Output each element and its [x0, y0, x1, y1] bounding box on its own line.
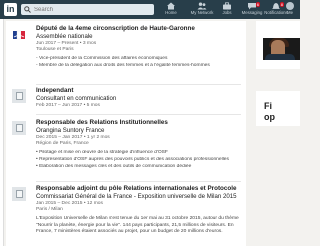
nav-jobs[interactable]: Jobs: [213, 2, 241, 16]
top-nav-bar: in Home My Network Jobs 6 Messaging 8 No…: [0, 0, 300, 19]
ad-panel[interactable]: Fi op: [256, 91, 300, 126]
company-placeholder-icon: [12, 89, 26, 103]
divider: [36, 181, 241, 182]
company-placeholder-icon: [12, 121, 26, 135]
assemblee-nationale-logo: [12, 28, 26, 42]
company-placeholder-icon: [12, 187, 26, 201]
ad-text-line: op: [264, 112, 275, 122]
avatar: [286, 2, 294, 10]
company-name[interactable]: Commissariat Général de la France - Expo…: [36, 193, 241, 201]
nav-home-label: Home: [165, 10, 177, 15]
position-title[interactable]: Responsable des Relations Institutionnel…: [36, 119, 241, 127]
briefcase-icon: [223, 2, 231, 10]
company-name[interactable]: Consultant en communication: [36, 95, 241, 103]
people-icon: [197, 2, 207, 10]
home-icon: [167, 2, 175, 10]
divider: [36, 84, 241, 85]
nav-home[interactable]: Home: [157, 2, 185, 16]
nav-me[interactable]: Me: [281, 2, 299, 16]
nav-jobs-label: Jobs: [222, 10, 232, 15]
profile-photo[interactable]: [263, 38, 300, 60]
search-icon: [24, 6, 31, 13]
nav-me-label: Me: [287, 10, 293, 15]
ad-text-line: Fi: [264, 101, 272, 111]
description-bullet: - Membre de la délégation aux droits des…: [36, 63, 210, 68]
position-title[interactable]: Député de la 4eme circonscription de Hau…: [36, 25, 241, 33]
company-name[interactable]: Assemblée nationale: [36, 33, 241, 41]
position-dates: Feb 2017 – Jun 2017 • 5 mos: [36, 103, 100, 108]
search-box[interactable]: [21, 4, 154, 15]
position-title[interactable]: Independant: [36, 87, 241, 95]
linkedin-logo[interactable]: in: [4, 3, 17, 16]
nav-my-network-label: My Network: [190, 10, 214, 15]
position-description: L'Exposition Universelle de Milan s'est …: [36, 216, 239, 234]
nav-my-network[interactable]: My Network: [188, 2, 216, 16]
company-name[interactable]: Orangina Suntory France: [36, 127, 241, 135]
messaging-badge: 6: [255, 2, 260, 7]
left-edge-panel: [0, 19, 4, 246]
position-title[interactable]: Responsable adjoint du pôle Relations in…: [36, 185, 241, 193]
search-input[interactable]: [34, 5, 144, 14]
divider: [36, 114, 241, 115]
description-bullet: • Pilotage et mise en œuvre de la straté…: [36, 150, 168, 156]
description-bullet: • Représentation d'OSF auprès des pouvoi…: [36, 157, 229, 162]
experience-section: Député de la 4eme circonscription de Hau…: [6, 21, 246, 246]
description-bullet: • Elaboration des messages clés et des o…: [36, 163, 192, 169]
description-bullet: - Vice-président de la Commission des af…: [36, 56, 168, 62]
